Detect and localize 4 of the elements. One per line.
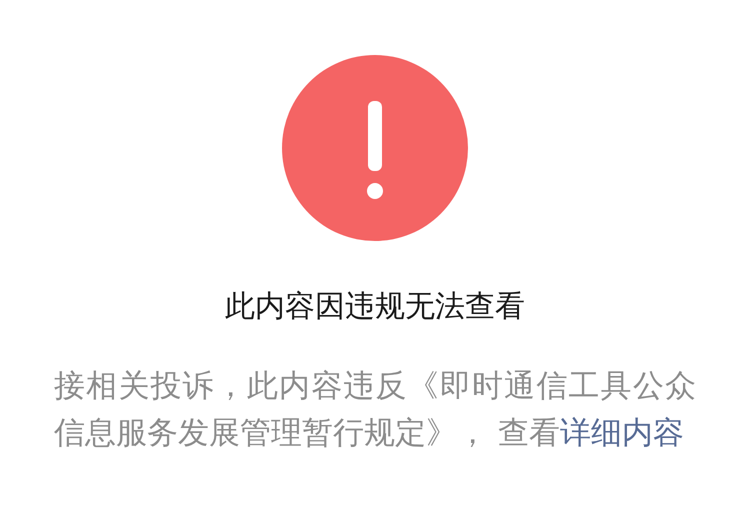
details-link[interactable]: 详细内容 bbox=[560, 415, 684, 451]
warning-icon bbox=[282, 55, 468, 241]
notice-message: 接相关投诉，此内容违反《即时通信工具公众信息服务发展管理暂行规定》， 查看详细内容 bbox=[54, 367, 696, 453]
notice-title: 此内容因违规无法查看 bbox=[225, 288, 525, 326]
